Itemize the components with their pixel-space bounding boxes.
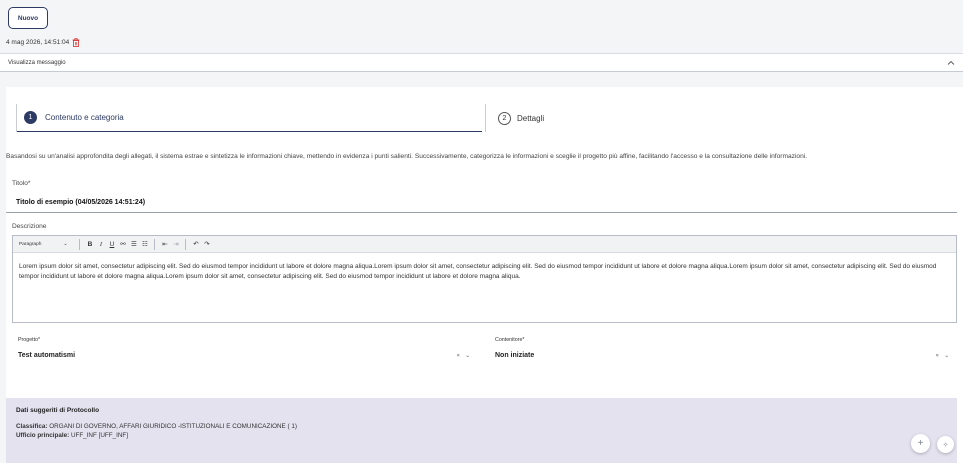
step-label: Contenuto e categoria <box>45 113 124 122</box>
form-card: 1 Contenuto e categoria 2 Dettagli Basan… <box>6 87 963 463</box>
container-label: Contenitore* <box>495 337 525 343</box>
plus-icon: + <box>917 438 924 449</box>
view-message-toggle[interactable]: Visualizza messaggio <box>0 53 963 72</box>
add-fab-button[interactable]: + <box>911 434 930 453</box>
container-value: Non iniziate <box>495 352 535 359</box>
title-input[interactable]: Titolo di esempio (04/05/2026 14:51:24) <box>6 196 957 213</box>
editor-content[interactable]: Lorem ipsum dolor sit amet, consectetur … <box>13 253 956 291</box>
trash-icon[interactable] <box>72 38 80 47</box>
chevron-up-icon <box>947 60 955 66</box>
view-message-label: Visualizza messaggio <box>8 59 66 66</box>
step-number: 2 <box>498 111 511 125</box>
bold-button[interactable]: B <box>84 241 95 248</box>
undo-icon[interactable]: ↶ <box>190 240 201 248</box>
clear-chevron-icon[interactable]: × ⌄ <box>936 353 951 359</box>
protocol-title: Dati suggeriti di Protocollo <box>16 407 100 414</box>
title-label: Titolo* <box>12 180 31 187</box>
toolbar-divider <box>154 238 156 250</box>
indent-icon[interactable]: ⇥ <box>170 240 181 248</box>
link-icon[interactable]: ⚯ <box>117 240 128 248</box>
new-button[interactable]: Nuovo <box>8 7 48 29</box>
redo-icon[interactable]: ↷ <box>201 240 212 248</box>
outdent-icon[interactable]: ⇤ <box>159 240 170 248</box>
step-label: Dettagli <box>517 113 545 123</box>
underline-button[interactable]: U <box>106 241 117 248</box>
step-number: 1 <box>24 111 37 124</box>
italic-button[interactable]: I <box>95 241 106 248</box>
project-select[interactable]: Test automatismi × ⌄ <box>18 347 476 364</box>
assistant-fab-button[interactable]: ✧ <box>937 436 954 453</box>
project-value: Test automatismi <box>18 352 76 359</box>
paragraph-format-select[interactable]: Paragraph ⌄ <box>19 242 67 247</box>
protocol-suggestions-panel: Dati suggeriti di Protocollo Classifica:… <box>6 398 957 463</box>
classifica-label: Classifica: <box>16 423 48 430</box>
project-label: Progetto* <box>18 337 41 343</box>
toolbar-divider <box>185 238 187 250</box>
toolbar-divider <box>79 238 81 250</box>
paragraph-format-label: Paragraph <box>19 241 42 247</box>
clear-chevron-icon[interactable]: × ⌄ <box>457 353 472 359</box>
step-content-category[interactable]: 1 Contenuto e categoria <box>16 104 482 132</box>
intro-text: Basandosi su un'analisi approfondita deg… <box>6 153 808 160</box>
sparkle-icon: ✧ <box>942 441 949 449</box>
chevron-down-icon: ⌄ <box>63 241 68 247</box>
bullet-list-icon[interactable]: ☰ <box>128 240 139 248</box>
container-select[interactable]: Non iniziate × ⌄ <box>495 347 955 364</box>
ufficio-value: UFF_INF [UFF_INF] <box>70 432 128 439</box>
editor-toolbar: Paragraph ⌄ B I U ⚯ ☰ ☷ ⇤ ⇥ ↶ ↷ <box>13 236 956 253</box>
ufficio-label: Ufficio principale: <box>16 432 70 439</box>
classifica-value: ORGANI DI GOVERNO, AFFARI GIURIDICO -IST… <box>49 423 297 430</box>
ufficio-row: Ufficio principale: UFF_INF [UFF_INF] <box>16 431 947 440</box>
step-details[interactable]: 2 Dettagli <box>485 104 544 132</box>
classifica-row: Classifica: ORGANI DI GOVERNO, AFFARI GI… <box>16 422 947 431</box>
message-timestamp-row: 4 mag 2026, 14:51:04 <box>6 38 80 47</box>
numbered-list-icon[interactable]: ☷ <box>139 240 150 248</box>
message-timestamp: 4 mag 2026, 14:51:04 <box>6 39 70 46</box>
description-editor: Paragraph ⌄ B I U ⚯ ☰ ☷ ⇤ ⇥ ↶ ↷ Lorem ip… <box>12 235 957 323</box>
description-label: Descrizione <box>12 223 47 230</box>
